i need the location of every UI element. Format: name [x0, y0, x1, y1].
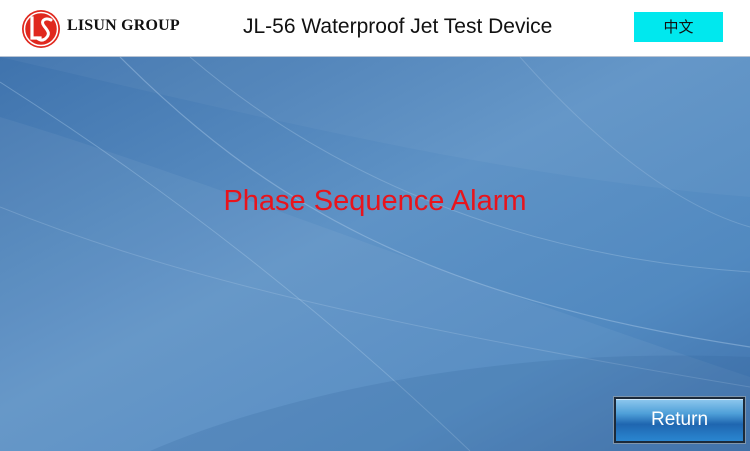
language-toggle-button[interactable]: 中文 — [634, 12, 723, 42]
screen: LISUN GROUP JL-56 Waterproof Jet Test De… — [0, 0, 750, 451]
company-name: LISUN GROUP — [67, 17, 180, 34]
return-button[interactable]: Return — [613, 396, 746, 444]
background-wallpaper — [0, 57, 750, 451]
page-title: JL-56 Waterproof Jet Test Device — [243, 15, 553, 38]
alarm-message: Phase Sequence Alarm — [223, 185, 527, 217]
header-bar: LISUN GROUP JL-56 Waterproof Jet Test De… — [0, 0, 750, 57]
lisun-logo-icon — [22, 10, 60, 48]
